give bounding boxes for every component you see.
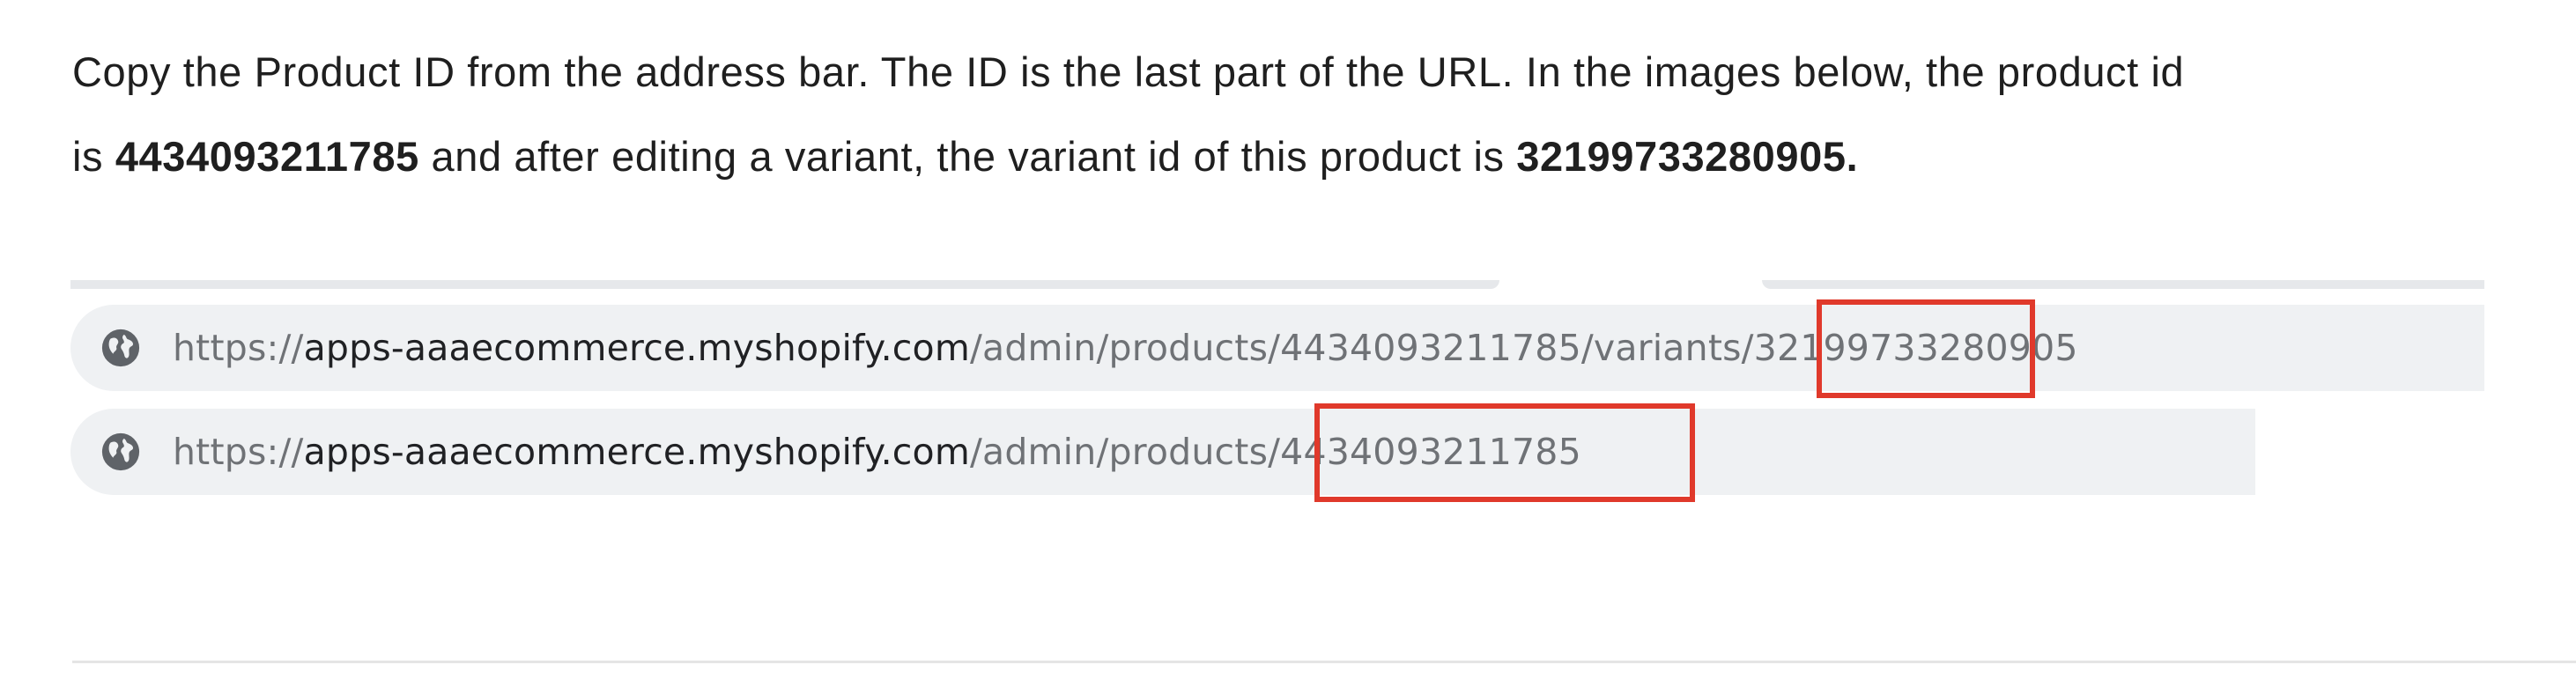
url-host: apps-aaaecommerce.myshopify.com xyxy=(303,431,970,473)
instruction-paragraph: Copy the Product ID from the address bar… xyxy=(72,30,2521,199)
address-bar-variant-url[interactable]: https://apps-aaaecommerce.myshopify.com/… xyxy=(70,305,2484,391)
url-host: apps-aaaecommerce.myshopify.com xyxy=(303,327,970,369)
product-id-highlight-box xyxy=(1314,403,1695,502)
tab-strip-left xyxy=(70,280,1499,289)
globe-icon xyxy=(101,329,140,367)
variant-id-bold: 32199733280905. xyxy=(1516,133,1859,180)
address-bar-product-url[interactable]: https://apps-aaaecommerce.myshopify.com/… xyxy=(70,409,2255,495)
instruction-line-2-middle: and after editing a variant, the variant… xyxy=(418,133,1517,180)
instruction-line-1: Copy the Product ID from the address bar… xyxy=(72,48,2185,95)
url-scheme: https:// xyxy=(173,327,304,369)
address-bar-screenshot: https://apps-aaaecommerce.myshopify.com/… xyxy=(70,280,2484,502)
tab-strip-right xyxy=(1762,280,2484,289)
url-path: /admin/products xyxy=(969,431,1269,473)
product-id-bold: 4434093211785 xyxy=(115,133,419,180)
url-scheme: https:// xyxy=(173,431,304,473)
url-text: https://apps-aaaecommerce.myshopify.com/… xyxy=(173,327,2078,369)
url-path: /admin/products/4434093211785/variants xyxy=(969,327,1742,369)
section-divider xyxy=(72,661,2576,663)
instruction-line-2-prefix: is xyxy=(72,133,115,180)
globe-icon xyxy=(101,432,140,471)
variant-id-highlight-box xyxy=(1817,299,2035,398)
